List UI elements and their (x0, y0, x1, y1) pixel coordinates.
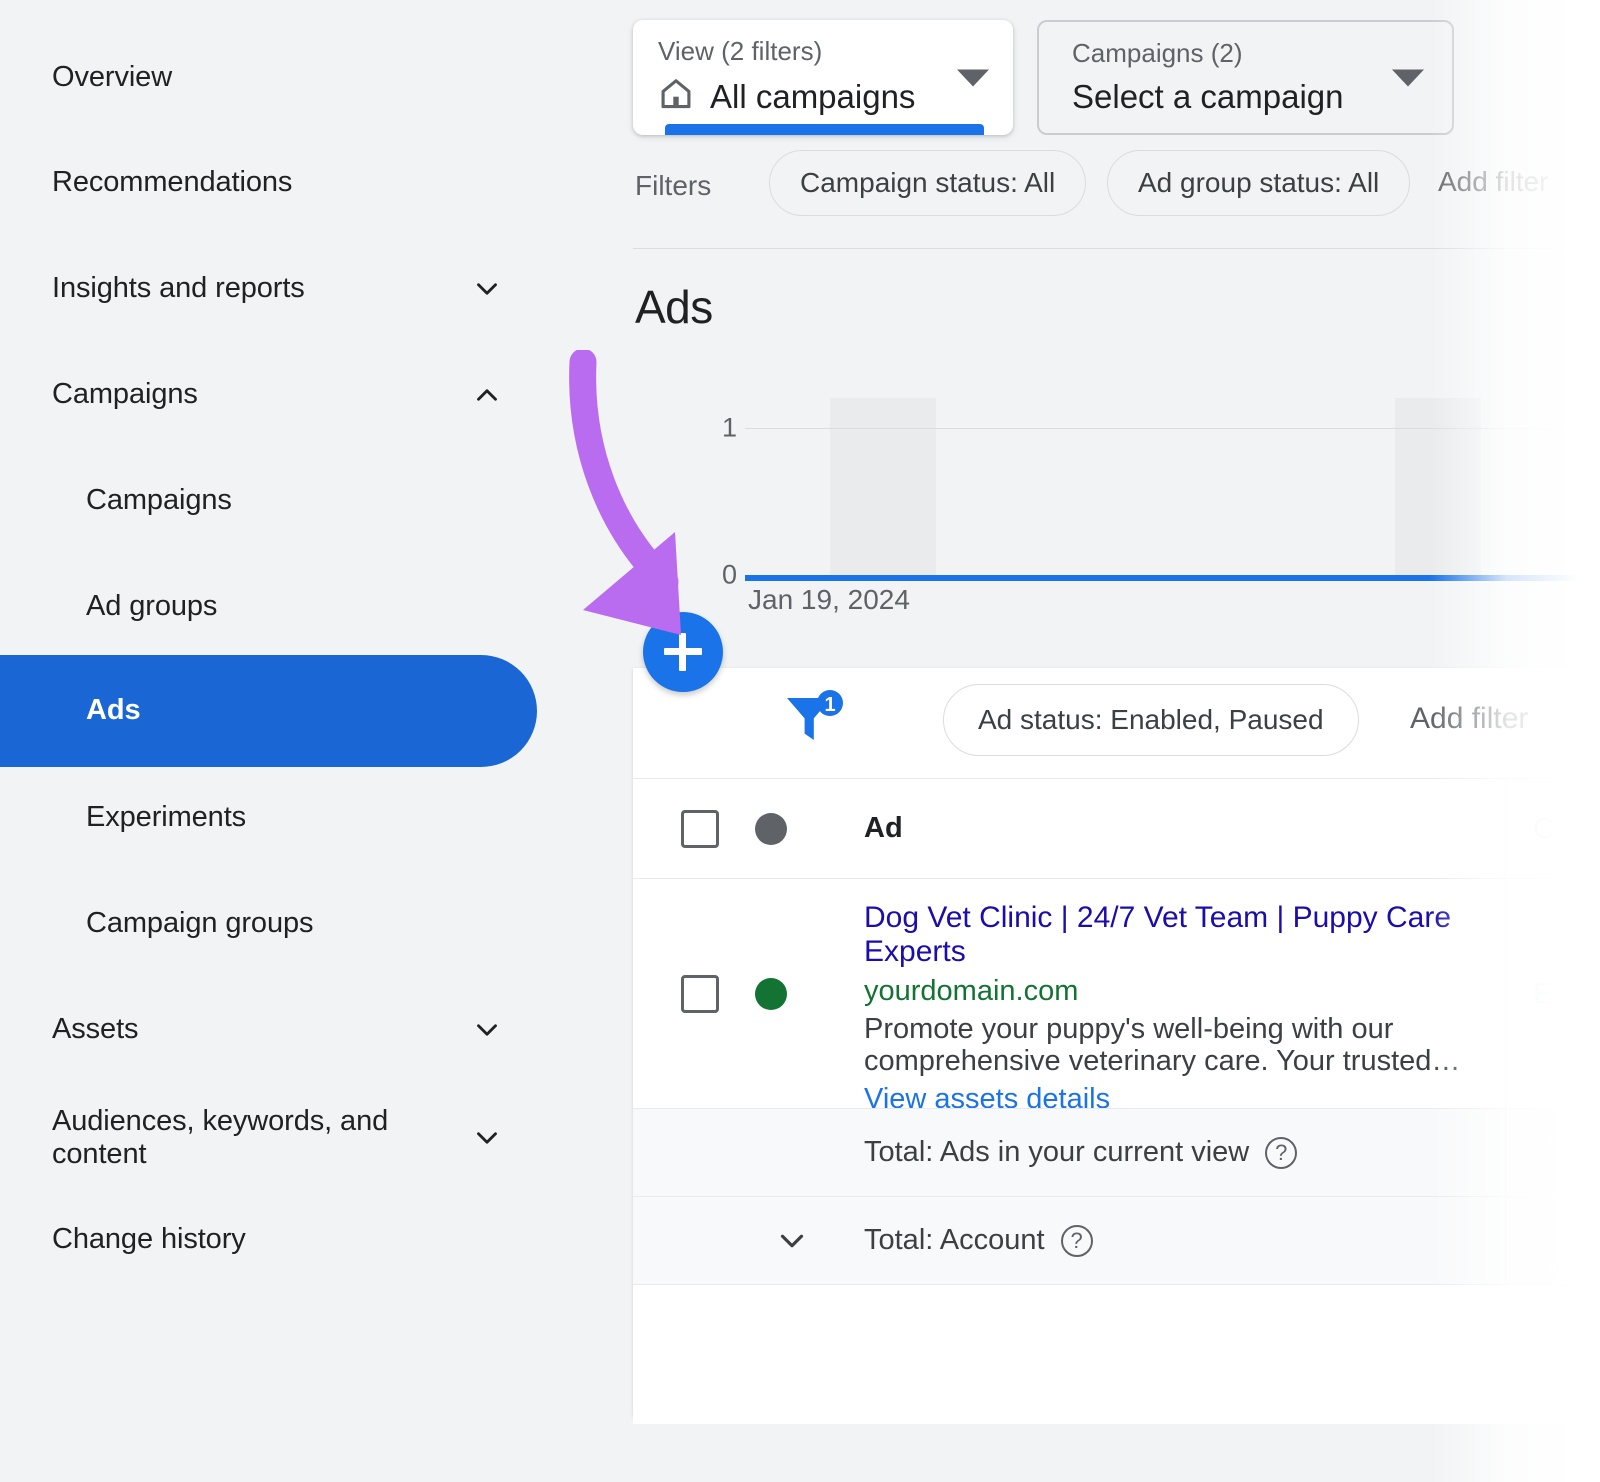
view-selector-active-underline (665, 124, 984, 135)
column-divider (1505, 1197, 1506, 1284)
help-icon[interactable]: ? (1061, 1225, 1093, 1257)
page-title: Ads (635, 280, 713, 334)
sidebar-item-label: Campaigns (86, 484, 232, 517)
ad-status-filter-pill[interactable]: Ad status: Enabled, Paused (943, 684, 1359, 756)
filter-icon[interactable]: 1 (781, 690, 849, 752)
account-selector-row: View (2 filters) All campaigns Campaigns… (633, 0, 1600, 150)
filter-pill-ad-group-status[interactable]: Ad group status: All (1107, 150, 1410, 216)
chart-weekend-band (1395, 398, 1481, 578)
select-all-checkbox[interactable] (681, 810, 719, 848)
sidebar-item-insights-and-reports[interactable]: Insights and reports (0, 258, 540, 320)
sidebar-item-label: Assets (52, 1013, 138, 1046)
google-ads-ads-page: Overview Recommendations Insights and re… (0, 0, 1600, 1482)
ad-status-filter-label: Ad status: Enabled, Paused (978, 704, 1324, 736)
svg-text:1: 1 (824, 694, 835, 716)
ads-table-card: 1 Ad status: Enabled, Paused Add filter … (633, 668, 1600, 1416)
chart-gridline (745, 428, 1600, 429)
column-divider (1505, 779, 1506, 878)
main-content: View (2 filters) All campaigns Campaigns… (633, 0, 1600, 1482)
sidebar-item-label: Campaign groups (86, 907, 313, 940)
add-ad-button[interactable] (643, 612, 723, 692)
ads-chart[interactable]: 1 0 Jan 19, 2024 (633, 370, 1600, 670)
filters-row: Filters Campaign status: All Ad group st… (633, 150, 1600, 246)
sidebar-item-label: Campaigns (52, 378, 198, 411)
table-total-row-current-view: Total: Ads in your current view ? (633, 1108, 1600, 1196)
table-toolbar: 1 Ad status: Enabled, Paused Add filter (633, 668, 1600, 778)
sidebar-item-assets[interactable]: Assets (0, 999, 540, 1061)
filter-pill-label: Ad group status: All (1138, 167, 1379, 199)
ads-chart-section: Ads 1 0 Jan 19, 2024 (633, 250, 1600, 670)
ad-cell: Dog Vet Clinic | 24/7 Vet Team | Puppy C… (864, 901, 1600, 1116)
sidebar-item-campaigns[interactable]: Campaigns (0, 470, 540, 532)
section-divider (633, 248, 1600, 249)
ad-display-url: yourdomain.com (864, 974, 1600, 1009)
sidebar-item-label: Experiments (86, 801, 246, 834)
chevron-down-icon[interactable] (957, 69, 989, 86)
sidebar-item-overview[interactable]: Overview (0, 47, 540, 109)
chevron-down-icon[interactable] (470, 1013, 504, 1047)
chevron-down-icon[interactable] (470, 272, 504, 306)
total-label-wrapper: Total: Ads in your current view ? (864, 1136, 1297, 1169)
table-add-filter-button[interactable]: Add filter (1410, 702, 1528, 736)
sidebar-item-change-history[interactable]: Change history (0, 1209, 540, 1271)
column-divider (1505, 1109, 1506, 1196)
ad-description: Promote your puppy's well-being with our… (864, 1013, 1554, 1079)
table-header-row: Ad C (633, 778, 1600, 878)
row-cell-truncated: E (1533, 978, 1552, 1011)
help-icon[interactable]: ? (1265, 1137, 1297, 1169)
column-header-ad: Ad (864, 812, 903, 845)
sidebar-item-ad-groups[interactable]: Ad groups (0, 576, 540, 638)
sidebar-item-audiences-keywords-content[interactable]: Audiences, keywords, and content (0, 1083, 540, 1193)
table-row[interactable]: Dog Vet Clinic | 24/7 Vet Team | Puppy C… (633, 878, 1600, 1108)
sidebar-item-label: Recommendations (52, 166, 292, 199)
view-selector-value: All campaigns (710, 78, 915, 116)
plus-icon (679, 633, 686, 671)
sidebar-item-ads[interactable]: Ads (0, 655, 537, 767)
row-checkbox[interactable] (681, 975, 719, 1013)
chevron-down-icon[interactable] (773, 1222, 811, 1260)
campaign-selector-label: Campaigns (2) (1072, 38, 1243, 69)
sidebar-item-label: Ads (86, 694, 141, 727)
view-selector[interactable]: View (2 filters) All campaigns (633, 20, 1013, 135)
filter-pill-campaign-status[interactable]: Campaign status: All (769, 150, 1086, 216)
column-header-truncated: C (1533, 813, 1554, 846)
chart-series-line (745, 575, 1600, 581)
chevron-down-icon[interactable] (470, 1121, 504, 1155)
status-enabled-icon (755, 978, 787, 1010)
chevron-down-icon[interactable] (1392, 69, 1424, 86)
column-divider (1505, 879, 1506, 1108)
total-label-wrapper: Total: Account ? (864, 1224, 1093, 1257)
sidebar-item-label: Audiences, keywords, and content (52, 1105, 388, 1172)
chart-ytick-label: 1 (721, 413, 737, 444)
chart-ytick-label: 0 (721, 560, 737, 591)
sidebar-item-campaigns-group[interactable]: Campaigns (0, 364, 540, 426)
sidebar-item-recommendations[interactable]: Recommendations (0, 152, 540, 214)
filter-pill-label: Campaign status: All (800, 167, 1055, 199)
sidebar-item-label: Ad groups (86, 590, 217, 623)
chart-weekend-band (830, 398, 936, 578)
total-label: Total: Ads in your current view (864, 1136, 1249, 1169)
left-navigation-sidebar: Overview Recommendations Insights and re… (0, 0, 633, 1482)
sidebar-item-experiments[interactable]: Experiments (0, 787, 540, 849)
table-empty-area (633, 1284, 1600, 1424)
sidebar-item-campaign-groups[interactable]: Campaign groups (0, 893, 540, 955)
campaign-selector[interactable]: Campaigns (2) Select a campaign (1037, 20, 1454, 135)
view-selector-label: View (2 filters) (658, 36, 822, 67)
status-column-icon (755, 813, 787, 845)
ad-headline[interactable]: Dog Vet Clinic | 24/7 Vet Team | Puppy C… (864, 901, 1554, 969)
sidebar-item-label: Overview (52, 61, 172, 94)
chevron-up-icon[interactable] (470, 378, 504, 412)
campaign-selector-value: Select a campaign (1072, 78, 1344, 116)
total-label: Total: Account (864, 1224, 1045, 1257)
table-total-row-account: Total: Account ? (633, 1196, 1600, 1284)
chart-xtick-label: Jan 19, 2024 (748, 584, 910, 616)
view-selector-value-row: All campaigns (658, 76, 915, 117)
add-filter-button[interactable]: Add filter (1438, 166, 1549, 198)
sidebar-item-label: Change history (52, 1223, 246, 1256)
home-icon (658, 76, 694, 117)
sidebar-item-label: Insights and reports (52, 272, 305, 305)
filters-label: Filters (635, 170, 711, 202)
